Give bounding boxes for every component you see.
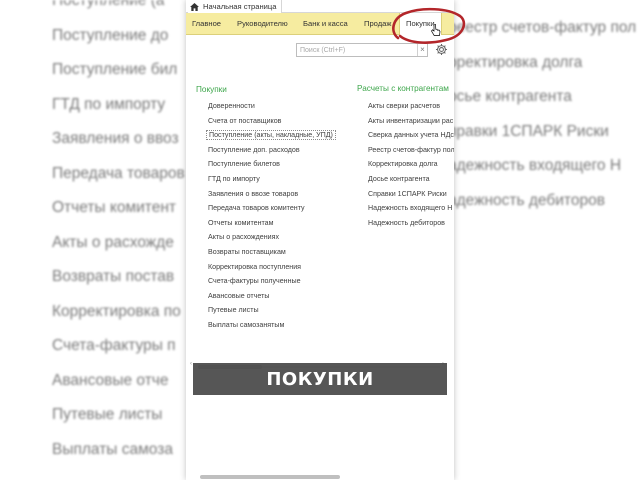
purchases-link[interactable]: Акты о расхождениях (208, 233, 279, 241)
tab-home-label: Начальная страница (203, 2, 277, 11)
background-right-item: осье контрагента (448, 88, 572, 105)
background-left-item: Счета-фактуры п (52, 337, 176, 354)
purchases-link[interactable]: Авансовые отчеты (208, 292, 269, 300)
background-left-column: Поступление (а Поступление до Поступление … (0, 0, 186, 480)
menu-item-bank-cash[interactable]: Банк и касса (303, 13, 348, 35)
background-left-item: ГТД по импорту (52, 95, 166, 113)
background-left-item: Корректировка по (52, 302, 181, 320)
background-left-item: Выплаты самоза (52, 440, 173, 458)
section-menu-bar: Главное Руководителю Банк и касса Продаж… (186, 13, 454, 35)
section-title-settlements: Расчеты с контрагентам (357, 84, 449, 93)
purchases-link[interactable]: Путевые листы (208, 306, 259, 314)
scroll-left-icon[interactable]: ‹ (190, 361, 192, 367)
purchases-link[interactable]: Отчеты комитентам (208, 219, 273, 227)
background-left-item: Передача товаров (52, 164, 185, 182)
purchases-link[interactable]: Поступление доп. расходов (208, 146, 300, 154)
cursor-icon (431, 24, 441, 36)
background-right-item: рректировка долга (448, 53, 583, 71)
background-left-item: Возвраты постав (52, 268, 175, 285)
purchases-link[interactable]: Счета от поставщиков (208, 117, 281, 125)
tab-home-page[interactable]: Начальная страница (188, 0, 283, 13)
settlements-link[interactable]: Сверка данных учета НДс (368, 131, 454, 139)
settlements-link[interactable]: Корректировка долга (368, 160, 438, 168)
purchases-link[interactable]: Доверенности (208, 102, 255, 110)
background-left-item: Отчеты комитент (52, 199, 176, 216)
video-caption: ПОКУПКИ (193, 363, 447, 395)
settlements-link[interactable]: Реестр счетов-фактур пол (368, 146, 454, 154)
home-icon (190, 2, 199, 11)
background-left-item: Поступление до (52, 26, 169, 44)
settlements-link[interactable]: Досье контрагента (368, 175, 430, 183)
background-right-column: реестр счетов-фактур пол рректировка долг… (448, 0, 640, 480)
purchases-link[interactable]: Заявления о ввозе товаров (208, 190, 298, 198)
purchases-link[interactable]: Передача товаров комитенту (208, 204, 305, 212)
caption-text: ПОКУПКИ (266, 368, 374, 390)
close-icon[interactable]: × (417, 44, 427, 56)
search-placeholder: Поиск (Ctrl+F) (300, 46, 346, 54)
app-window: Начальная страница Главное Руководителю … (186, 0, 454, 480)
settlements-link[interactable]: Справки 1СПАРК Риски (368, 190, 447, 198)
background-right-item: адежность входящего Н (448, 157, 622, 174)
purchases-link[interactable]: Счета-фактуры полученные (208, 277, 301, 285)
bottom-scrollbar-thumb[interactable] (200, 475, 340, 479)
purchases-link[interactable]: Поступление (акты, накладные, УПД) (206, 130, 336, 141)
settlements-link[interactable]: Надежность дебиторов (368, 219, 445, 227)
bottom-scrollbar[interactable] (190, 474, 448, 480)
search-input[interactable]: Поиск (Ctrl+F) × (296, 43, 428, 57)
purchases-link[interactable]: Поступление билетов (208, 160, 280, 168)
background-left-item: Поступление бил (52, 61, 178, 78)
menu-item-manager[interactable]: Руководителю (237, 13, 288, 35)
purchases-link[interactable]: ГТД по импорту (208, 175, 260, 183)
settlements-link[interactable]: Акты сверки расчетов (368, 102, 440, 110)
background-left-item: Путевые листы (52, 406, 163, 423)
section-title-purchases: Покупки (196, 85, 227, 94)
purchases-link[interactable]: Выплаты самозанятым (208, 321, 284, 329)
menu-item-main[interactable]: Главное (192, 13, 221, 35)
background-left-item: Поступление (а (52, 0, 165, 9)
background-right-item: реестр счетов-фактур пол (448, 19, 637, 36)
settlements-link[interactable]: Надежность входящего Н (368, 204, 452, 212)
tab-bar: Начальная страница (186, 0, 454, 13)
background-right-item: адежность дебиторов (448, 191, 605, 209)
menu-item-sales[interactable]: Продаж (364, 13, 391, 35)
settlements-link[interactable]: Акты инвентаризации рас (368, 117, 453, 125)
background-left-item: Заявления о ввоз (52, 130, 179, 147)
gear-icon[interactable] (435, 43, 448, 56)
background-right-item: правки 1СПАРК Риски (448, 122, 609, 140)
background-left-item: Акты о расхожде (52, 233, 174, 251)
purchases-link[interactable]: Возвраты поставщикам (208, 248, 286, 256)
background-left-item: Авансовые отче (52, 371, 169, 389)
purchases-link[interactable]: Корректировка поступления (208, 263, 301, 271)
